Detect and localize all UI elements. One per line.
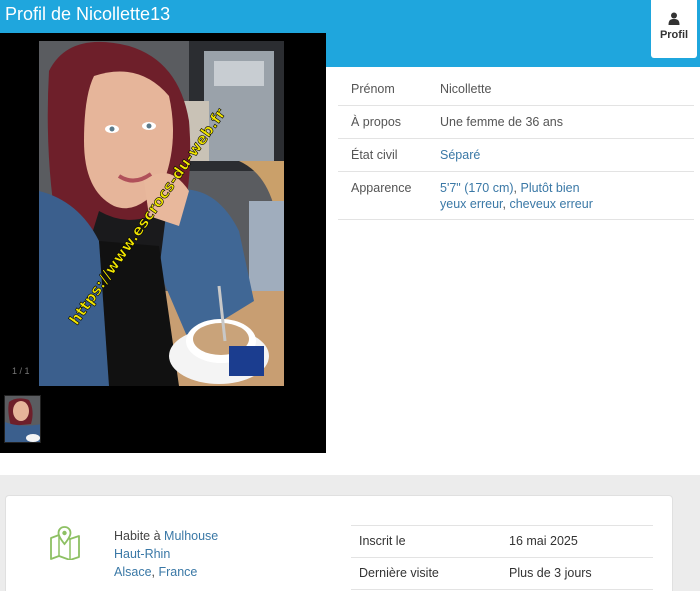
detail-label: Prénom — [351, 82, 395, 96]
detail-row-marital-status: État civil Séparé — [338, 139, 694, 172]
stat-row-last-visit: Dernière visite Plus de 3 jours — [351, 558, 653, 590]
user-icon — [668, 12, 680, 25]
location-prefix: Habite à — [114, 529, 161, 543]
region-link[interactable]: Alsace — [114, 565, 152, 579]
detail-label: État civil — [351, 148, 398, 162]
city-link[interactable]: Mulhouse — [164, 529, 218, 543]
stat-value: 16 mai 2025 — [509, 534, 578, 548]
stat-row-registered: Inscrit le 16 mai 2025 — [351, 526, 653, 558]
profile-details: Prénom Nicollette À propos Une femme de … — [338, 73, 694, 220]
photo-counter: 1 / 1 — [12, 366, 30, 376]
stat-label: Dernière visite — [359, 566, 439, 580]
stat-value: Plus de 3 jours — [509, 566, 592, 580]
account-stats: Inscrit le 16 mai 2025 Dernière visite P… — [351, 525, 653, 590]
detail-row-about: À propos Une femme de 36 ans — [338, 106, 694, 139]
tab-profil[interactable]: Profil — [651, 0, 697, 58]
detail-label: À propos — [351, 115, 402, 129]
page-title: Profil de Nicollette13 — [5, 4, 171, 24]
detail-row-appearance: Apparence 5'7" (170 cm), Plutôt bien yeu… — [338, 172, 694, 220]
detail-value: Une femme de 36 ans — [440, 115, 563, 129]
appearance-value: 5'7" (170 cm), Plutôt bien yeux erreur, … — [440, 181, 593, 211]
detail-row-firstname: Prénom Nicollette — [338, 73, 694, 106]
tab-profil-label: Profil — [659, 29, 689, 41]
detail-value: Nicollette — [440, 82, 492, 96]
photo-thumbnail[interactable] — [4, 395, 41, 443]
marital-status-link[interactable]: Séparé — [440, 147, 480, 163]
country-link[interactable]: France — [158, 565, 197, 579]
eyes-link[interactable]: yeux erreur — [440, 197, 503, 211]
main-profile-photo[interactable]: https://www.escrocs-du-web.fr — [39, 41, 284, 386]
stat-label: Inscrit le — [359, 534, 406, 548]
build-link[interactable]: Plutôt bien — [520, 181, 579, 195]
detail-label: Apparence — [351, 181, 412, 195]
location-card: Habite à Mulhouse Haut-Rhin Alsace, Fran… — [5, 495, 673, 591]
location-info: Habite à Mulhouse Haut-Rhin Alsace, Fran… — [114, 529, 219, 579]
photo-gallery: https://www.escrocs-du-web.fr 1 / 1 — [0, 33, 326, 453]
map-icon — [50, 526, 80, 560]
height-link[interactable]: 5'7" (170 cm) — [440, 181, 514, 195]
hair-link[interactable]: cheveux erreur — [509, 197, 592, 211]
department-link[interactable]: Haut-Rhin — [114, 547, 170, 561]
